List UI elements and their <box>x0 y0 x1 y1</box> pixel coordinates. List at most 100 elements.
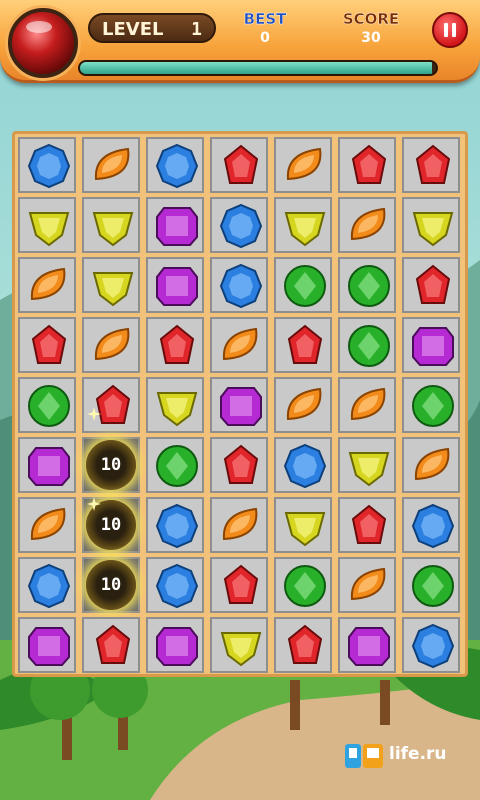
tile-blue-gem[interactable] <box>146 497 204 553</box>
tile-orange-gem[interactable] <box>18 257 76 313</box>
tile-purple-gem[interactable] <box>210 377 268 433</box>
tile-yellow-gem[interactable] <box>402 197 460 253</box>
tile-orange-gem[interactable] <box>274 137 332 193</box>
tile-orange-gem[interactable] <box>210 317 268 373</box>
tile-red-gem[interactable] <box>210 557 268 613</box>
purple-gem-icon <box>156 207 198 246</box>
best-label: BEST <box>243 10 287 28</box>
tile-blue-gem[interactable] <box>274 437 332 493</box>
purple-gem-icon <box>220 387 262 426</box>
red-gem-icon <box>95 624 131 664</box>
red-gem-icon <box>287 624 323 664</box>
tile-orange-gem[interactable] <box>274 377 332 433</box>
green-gem-icon <box>156 445 198 487</box>
tile-orange-gem[interactable] <box>402 437 460 493</box>
purple-gem-icon <box>156 267 198 306</box>
best-panel: BEST 0 <box>240 10 290 46</box>
tile-green-gem[interactable] <box>402 557 460 613</box>
blue-gem-icon <box>283 443 327 489</box>
tile-orange-gem[interactable] <box>338 377 396 433</box>
tile-yellow-gem[interactable] <box>274 497 332 553</box>
orange-gem-icon <box>286 147 322 181</box>
tile-red-gem[interactable] <box>82 617 140 673</box>
tile-green-gem[interactable] <box>402 377 460 433</box>
purple-gem-icon <box>28 627 70 666</box>
tile-orange-gem[interactable] <box>210 497 268 553</box>
orange-gem-icon <box>350 567 386 601</box>
tile-blue-gem[interactable] <box>210 257 268 313</box>
tile-yellow-gem[interactable] <box>82 257 140 313</box>
red-gem-icon <box>287 324 323 364</box>
yellow-gem-icon <box>156 392 198 427</box>
tile-blue-gem[interactable] <box>402 617 460 673</box>
tile-red-gem[interactable] <box>210 137 268 193</box>
score-panel: SCORE 30 <box>340 10 402 46</box>
tile-green-gem[interactable] <box>274 257 332 313</box>
tile-blue-gem[interactable] <box>402 497 460 553</box>
red-gem-icon <box>31 324 67 364</box>
tile-blue-gem[interactable] <box>146 557 204 613</box>
tile-orange-gem[interactable] <box>82 317 140 373</box>
tile-red-gem[interactable] <box>402 137 460 193</box>
red-gem-icon <box>223 144 259 184</box>
tile-blue-gem[interactable] <box>18 557 76 613</box>
tile-green-gem[interactable] <box>18 377 76 433</box>
tile-red-gem[interactable] <box>274 617 332 673</box>
tile-red-gem[interactable] <box>18 317 76 373</box>
orange-gem-icon <box>222 327 258 361</box>
yellow-gem-icon <box>284 512 326 547</box>
tile-red-gem[interactable] <box>274 317 332 373</box>
tile-purple-gem[interactable] <box>338 617 396 673</box>
sparkle-icon <box>87 496 101 511</box>
score-badge: 10 <box>86 560 136 610</box>
orange-gem-icon <box>350 207 386 241</box>
tile-red-gem[interactable] <box>402 257 460 313</box>
tile-yellow-gem[interactable] <box>338 437 396 493</box>
tile-purple-gem[interactable] <box>18 437 76 493</box>
pda-logo-icon <box>345 744 383 768</box>
yellow-gem-icon <box>284 212 326 247</box>
tile-yellow-gem[interactable] <box>18 197 76 253</box>
tile-red-gem[interactable] <box>338 497 396 553</box>
tile-orange-gem[interactable] <box>338 557 396 613</box>
tile-purple-gem[interactable] <box>146 617 204 673</box>
tile-score-badge[interactable]: 10 <box>82 437 140 493</box>
tile-purple-gem[interactable] <box>18 617 76 673</box>
level-label: LEVEL <box>102 19 164 40</box>
tile-yellow-gem[interactable] <box>210 617 268 673</box>
power-orb-icon[interactable] <box>8 8 78 78</box>
tile-red-gem[interactable] <box>82 377 140 433</box>
green-gem-icon <box>284 565 326 607</box>
tile-red-gem[interactable] <box>338 137 396 193</box>
orange-gem-icon <box>286 387 322 421</box>
tile-blue-gem[interactable] <box>18 137 76 193</box>
tile-green-gem[interactable] <box>338 317 396 373</box>
tile-score-badge[interactable]: 10 <box>82 557 140 613</box>
tile-orange-gem[interactable] <box>338 197 396 253</box>
pause-button[interactable] <box>432 12 468 48</box>
blue-gem-icon <box>219 203 263 249</box>
red-gem-icon <box>415 144 451 184</box>
tile-orange-gem[interactable] <box>18 497 76 553</box>
tile-purple-gem[interactable] <box>146 197 204 253</box>
tile-orange-gem[interactable] <box>82 137 140 193</box>
tile-yellow-gem[interactable] <box>146 377 204 433</box>
tile-blue-gem[interactable] <box>210 197 268 253</box>
tile-red-gem[interactable] <box>146 317 204 373</box>
tile-red-gem[interactable] <box>210 437 268 493</box>
tile-yellow-gem[interactable] <box>274 197 332 253</box>
tile-green-gem[interactable] <box>146 437 204 493</box>
tile-green-gem[interactable] <box>274 557 332 613</box>
tile-yellow-gem[interactable] <box>82 197 140 253</box>
tile-green-gem[interactable] <box>338 257 396 313</box>
orange-gem-icon <box>30 507 66 541</box>
tile-purple-gem[interactable] <box>402 317 460 373</box>
blue-gem-icon <box>155 503 199 549</box>
tile-purple-gem[interactable] <box>146 257 204 313</box>
game-board: 10 10 10 <box>12 131 468 677</box>
yellow-gem-icon <box>220 632 262 667</box>
green-gem-icon <box>348 265 390 307</box>
tile-blue-gem[interactable] <box>146 137 204 193</box>
purple-gem-icon <box>156 627 198 666</box>
green-gem-icon <box>28 385 70 427</box>
